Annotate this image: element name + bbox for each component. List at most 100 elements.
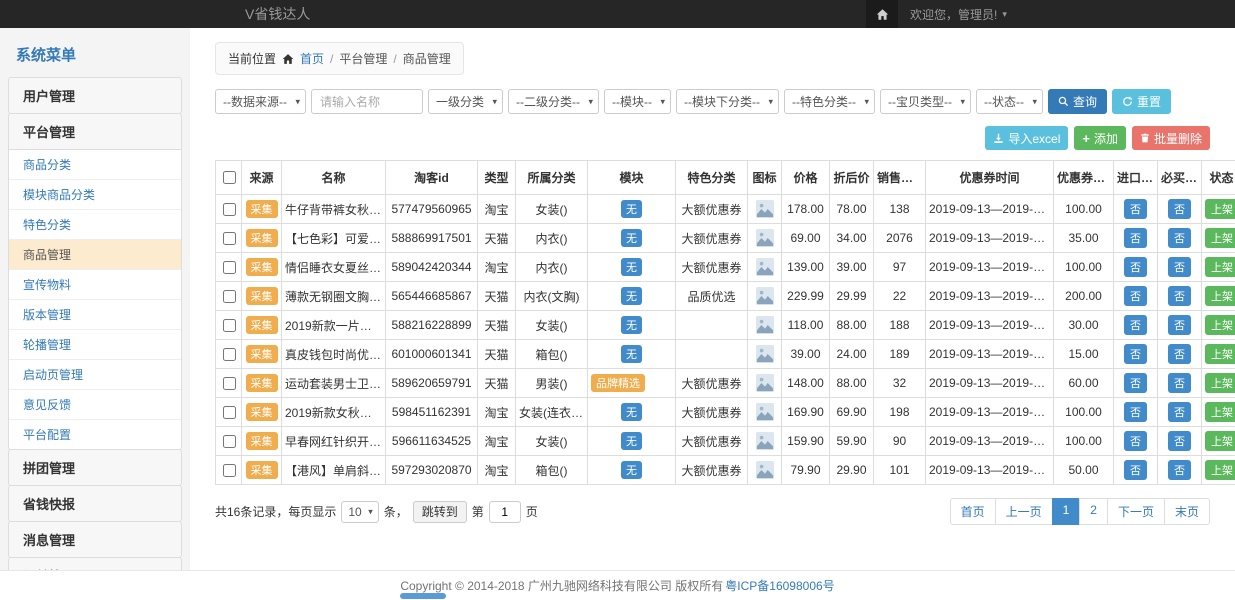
jump-button[interactable]: 跳转到 <box>413 501 467 523</box>
module-badge[interactable]: 无 <box>621 287 642 305</box>
imported-toggle[interactable]: 否 <box>1124 373 1147 393</box>
filter-select-module[interactable]: --模块--▾ <box>604 89 671 114</box>
module-badge[interactable]: 无 <box>621 403 642 421</box>
must-buy-toggle[interactable]: 否 <box>1168 431 1191 451</box>
page-button[interactable]: 1 <box>1052 498 1081 525</box>
product-image-icon[interactable] <box>756 374 774 392</box>
batch-delete-button[interactable]: 批量删除 <box>1132 126 1210 150</box>
filter-select-status[interactable]: --状态--▾ <box>976 89 1043 114</box>
imported-toggle[interactable]: 否 <box>1124 315 1147 335</box>
row-checkbox[interactable] <box>223 348 236 361</box>
sidebar-subitem[interactable]: 商品分类 <box>9 150 181 180</box>
select-all-checkbox[interactable] <box>223 171 236 184</box>
must-buy-toggle[interactable]: 否 <box>1168 286 1191 306</box>
status-toggle[interactable]: 上架 <box>1205 431 1235 451</box>
row-checkbox[interactable] <box>223 261 236 274</box>
status-toggle[interactable]: 上架 <box>1205 402 1235 422</box>
module-badge[interactable]: 无 <box>621 200 642 218</box>
must-buy-toggle[interactable]: 否 <box>1168 402 1191 422</box>
page-button[interactable]: 下一页 <box>1107 498 1165 525</box>
filter-select-category-level1[interactable]: 一级分类▾ <box>428 89 503 114</box>
sidebar-subitem[interactable]: 轮播管理 <box>9 330 181 360</box>
product-name[interactable]: 早春网红针织开衫女春... <box>282 427 386 456</box>
imported-toggle[interactable]: 否 <box>1124 402 1147 422</box>
sidebar-subitem[interactable]: 启动页管理 <box>9 360 181 390</box>
sidebar-subitem[interactable]: 平台配置 <box>9 420 181 449</box>
product-image-icon[interactable] <box>756 287 774 305</box>
product-name[interactable]: 2019新款一片式系... <box>282 311 386 340</box>
row-checkbox[interactable] <box>223 319 236 332</box>
row-checkbox[interactable] <box>223 406 236 419</box>
module-badge[interactable]: 无 <box>621 258 642 276</box>
product-image-icon[interactable] <box>756 461 774 479</box>
status-toggle[interactable]: 上架 <box>1205 460 1235 480</box>
sidebar-item-user[interactable]: 用户管理 <box>9 78 181 113</box>
product-image-icon[interactable] <box>756 258 774 276</box>
imported-toggle[interactable]: 否 <box>1124 344 1147 364</box>
sidebar-subitem[interactable]: 意见反馈 <box>9 390 181 420</box>
add-button[interactable]: + 添加 <box>1074 126 1126 150</box>
module-badge[interactable]: 无 <box>621 461 642 479</box>
page-button[interactable]: 2 <box>1079 498 1108 525</box>
product-name[interactable]: 情侣睡衣女夏丝绸男士... <box>282 253 386 282</box>
import-excel-button[interactable]: 导入excel <box>985 126 1068 150</box>
sidebar-item-groupon[interactable]: 拼团管理 <box>9 450 181 485</box>
module-badge[interactable]: 无 <box>621 316 642 334</box>
sidebar-item-platform[interactable]: 平台管理 <box>9 114 181 149</box>
sidebar-subitem[interactable]: 宣传物料 <box>9 270 181 300</box>
page-button[interactable]: 末页 <box>1164 498 1210 525</box>
module-badge[interactable]: 无 <box>621 345 642 363</box>
sidebar-subitem[interactable]: 模块商品分类 <box>9 180 181 210</box>
reset-button[interactable]: 重置 <box>1112 89 1171 114</box>
imported-toggle[interactable]: 否 <box>1124 257 1147 277</box>
imported-toggle[interactable]: 否 <box>1124 199 1147 219</box>
status-toggle[interactable]: 上架 <box>1205 257 1235 277</box>
page-button[interactable]: 首页 <box>950 498 996 525</box>
imported-toggle[interactable]: 否 <box>1124 228 1147 248</box>
home-button[interactable] <box>866 0 898 28</box>
sidebar-subitem[interactable]: 特色分类 <box>9 210 181 240</box>
must-buy-toggle[interactable]: 否 <box>1168 460 1191 480</box>
imported-toggle[interactable]: 否 <box>1124 460 1147 480</box>
status-toggle[interactable]: 上架 <box>1205 286 1235 306</box>
sidebar-subitem[interactable]: 商品管理 <box>9 240 181 270</box>
row-checkbox[interactable] <box>223 232 236 245</box>
product-name[interactable]: 2019新款女秋薄款... <box>282 398 386 427</box>
filter-name-input[interactable] <box>311 89 423 114</box>
user-menu[interactable]: 欢迎您，管理员! ▾ <box>910 6 1007 23</box>
product-image-icon[interactable] <box>756 200 774 218</box>
product-image-icon[interactable] <box>756 432 774 450</box>
page-button[interactable]: 上一页 <box>995 498 1053 525</box>
breadcrumb-home-link[interactable]: 首页 <box>300 50 324 67</box>
module-badge[interactable]: 无 <box>621 229 642 247</box>
filter-select-item-type[interactable]: --宝贝类型--▾ <box>880 89 971 114</box>
product-name[interactable]: 【港风】单肩斜挎链条... <box>282 456 386 485</box>
product-image-icon[interactable] <box>756 229 774 247</box>
filter-select-module-sub[interactable]: --模块下分类--▾ <box>676 89 779 114</box>
module-badge[interactable]: 品牌精选 <box>591 374 645 392</box>
must-buy-toggle[interactable]: 否 <box>1168 257 1191 277</box>
product-name[interactable]: 薄款无钢圈文胸聚拢性... <box>282 282 386 311</box>
filter-select-category-level2[interactable]: --二级分类--▾ <box>508 89 599 114</box>
jump-page-input[interactable] <box>489 501 521 523</box>
status-toggle[interactable]: 上架 <box>1205 344 1235 364</box>
imported-toggle[interactable]: 否 <box>1124 286 1147 306</box>
row-checkbox[interactable] <box>223 377 236 390</box>
product-image-icon[interactable] <box>756 316 774 334</box>
product-image-icon[interactable] <box>756 403 774 421</box>
status-toggle[interactable]: 上架 <box>1205 199 1235 219</box>
module-badge[interactable]: 无 <box>621 432 642 450</box>
product-name[interactable]: 【七色彩】可爱纯棉家... <box>282 224 386 253</box>
horizontal-scrollbar-thumb[interactable] <box>400 593 446 599</box>
query-button[interactable]: 查询 <box>1048 89 1107 114</box>
product-name[interactable]: 真皮钱包时尚优雅女士... <box>282 340 386 369</box>
row-checkbox[interactable] <box>223 290 236 303</box>
product-image-icon[interactable] <box>756 345 774 363</box>
page-size-select[interactable]: 10 ▾ <box>341 501 378 523</box>
filter-select-data-source[interactable]: --数据来源--▾ <box>215 89 306 114</box>
filter-select-feature[interactable]: --特色分类--▾ <box>784 89 875 114</box>
imported-toggle[interactable]: 否 <box>1124 431 1147 451</box>
status-toggle[interactable]: 上架 <box>1205 373 1235 393</box>
sidebar-item-message[interactable]: 消息管理 <box>9 522 181 557</box>
sidebar-item-bulletin[interactable]: 省钱快报 <box>9 486 181 521</box>
